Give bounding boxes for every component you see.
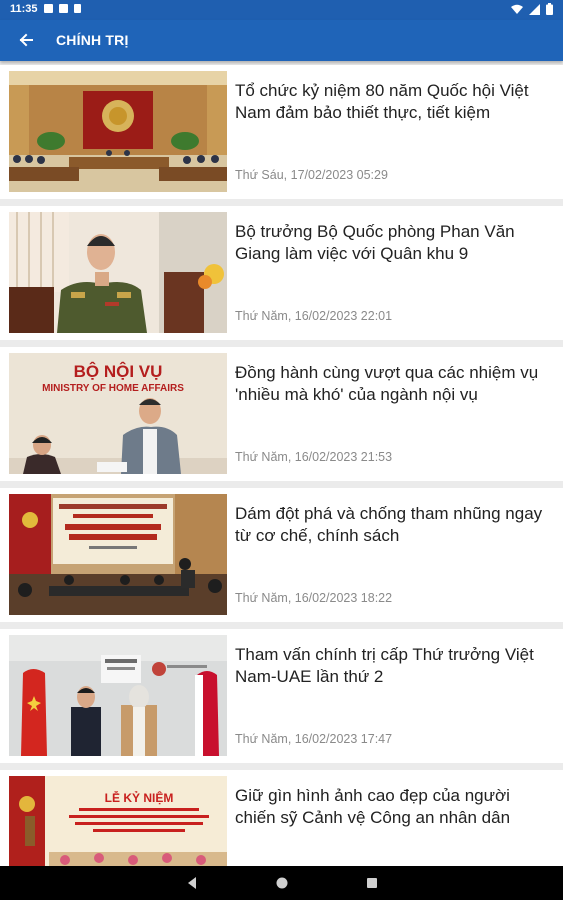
storage-icon — [74, 4, 81, 13]
article-card[interactable]: BỘ NỘI VỤ MINISTRY OF HOME AFFAIRS Đồng … — [0, 347, 563, 481]
article-thumbnail[interactable] — [9, 494, 227, 615]
status-bar: 11:35 — [0, 0, 563, 20]
article-date: Thứ Năm, 16/02/2023 22:01 — [235, 309, 393, 323]
article-thumbnail[interactable] — [9, 212, 227, 333]
article-date: Thứ Sáu, 17/02/2023 05:29 — [235, 168, 388, 182]
home-circle-icon[interactable] — [275, 876, 289, 890]
article-thumbnail[interactable]: BỘ NỘI VỤ MINISTRY OF HOME AFFAIRS — [9, 353, 227, 474]
article-headline[interactable]: Tổ chức kỷ niệm 80 năm Quốc hội Việt Nam… — [235, 80, 553, 124]
article-date: Thứ Năm, 16/02/2023 17:47 — [235, 732, 393, 746]
arrow-left-icon — [19, 33, 33, 47]
status-time: 11:35 — [10, 3, 38, 15]
thumb-caption: MINISTRY OF HOME AFFAIRS — [42, 383, 184, 394]
article-thumbnail[interactable] — [9, 635, 227, 756]
back-button[interactable] — [12, 26, 40, 54]
signal-icon — [529, 3, 540, 15]
battery-icon — [546, 3, 553, 15]
thumb-caption: BỘ NỘI VỤ — [74, 362, 163, 381]
article-headline[interactable]: Dám đột phá và chống tham nhũng ngay từ … — [235, 503, 553, 547]
article-card[interactable]: Bộ trưởng Bộ Quốc phòng Phan Văn Giang l… — [0, 206, 563, 340]
wifi-icon — [511, 4, 523, 14]
article-card[interactable]: Dám đột phá và chống tham nhũng ngay từ … — [0, 488, 563, 622]
app-bar: CHÍNH TRỊ — [0, 20, 563, 61]
thumb-caption: LỄ KỶ NIỆM — [105, 790, 174, 805]
status-left-icons — [44, 4, 81, 13]
article-card[interactable]: Tổ chức kỷ niệm 80 năm Quốc hội Việt Nam… — [0, 65, 563, 199]
article-headline[interactable]: Giữ gìn hình ảnh cao đẹp của người chiến… — [235, 785, 553, 829]
article-headline[interactable]: Tham vấn chính trị cấp Thứ trưởng Việt N… — [235, 644, 553, 688]
article-date: Thứ Năm, 16/02/2023 21:53 — [235, 450, 393, 464]
article-card[interactable]: Tham vấn chính trị cấp Thứ trưởng Việt N… — [0, 629, 563, 763]
article-date: Thứ Năm, 16/02/2023 18:22 — [235, 591, 393, 605]
recents-square-icon[interactable] — [365, 876, 379, 890]
notification-icon — [44, 4, 53, 13]
sim-icon — [59, 4, 68, 13]
system-nav-bar — [0, 866, 563, 900]
page-title: CHÍNH TRỊ — [56, 32, 129, 48]
article-headline[interactable]: Bộ trưởng Bộ Quốc phòng Phan Văn Giang l… — [235, 221, 553, 265]
back-triangle-icon[interactable] — [186, 876, 198, 890]
article-headline[interactable]: Đồng hành cùng vượt qua các nhiệm vụ 'nh… — [235, 362, 553, 406]
status-right-icons — [511, 3, 553, 15]
article-thumbnail[interactable] — [9, 71, 227, 192]
